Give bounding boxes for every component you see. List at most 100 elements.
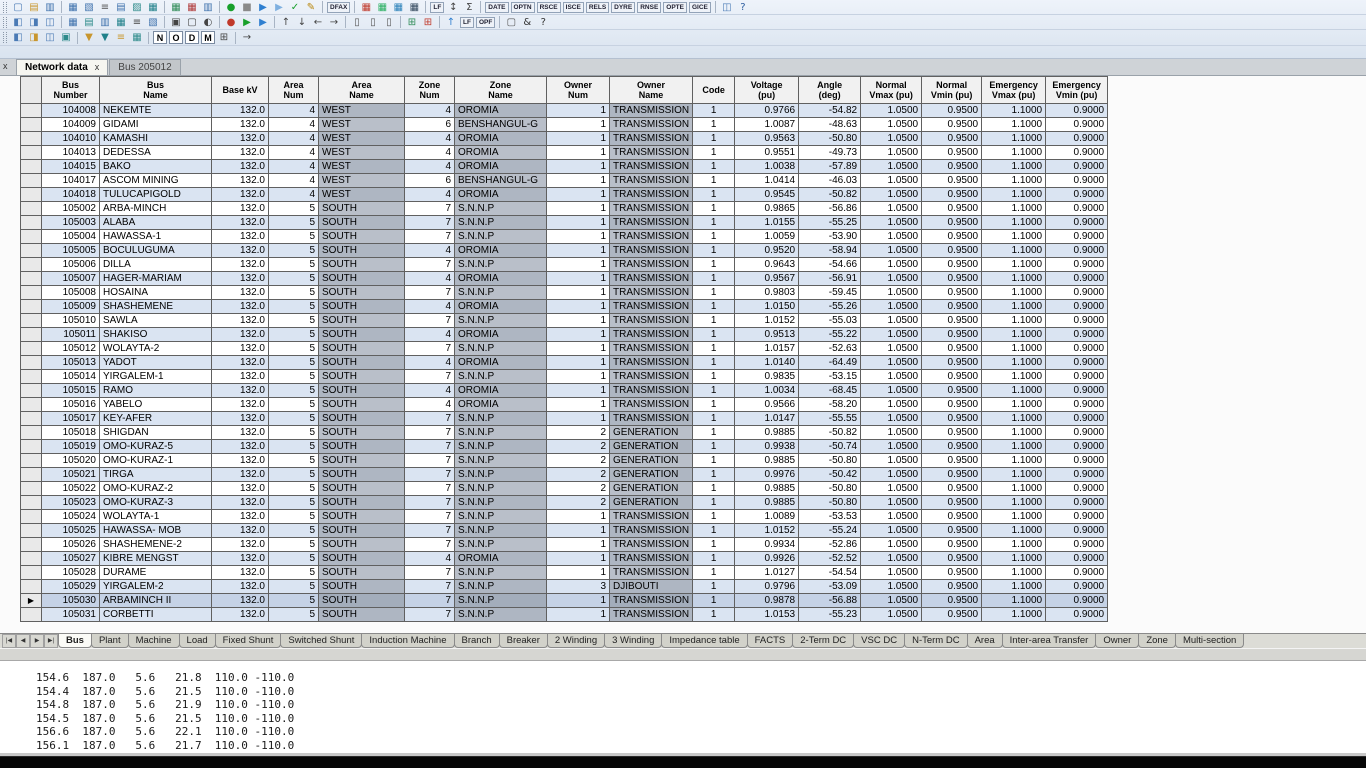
cell[interactable]: SOUTH bbox=[318, 369, 405, 384]
lf2-button[interactable]: LF bbox=[460, 16, 474, 28]
cell[interactable]: 1 bbox=[692, 551, 736, 566]
cell[interactable]: BOCULUGUMA bbox=[99, 243, 212, 258]
frame-a-icon[interactable]: ▯ bbox=[349, 16, 365, 29]
cell[interactable]: 1.0500 bbox=[860, 327, 923, 342]
cell[interactable]: 4 bbox=[404, 131, 455, 146]
play-icon[interactable]: ▶ bbox=[255, 16, 271, 29]
cell[interactable]: -55.24 bbox=[798, 523, 862, 538]
cell[interactable]: SOUTH bbox=[318, 355, 405, 370]
cell[interactable]: 5 bbox=[268, 593, 319, 608]
cell[interactable]: TULUCAPIGOLD bbox=[99, 187, 212, 202]
cell[interactable]: DILLA bbox=[99, 257, 212, 272]
cell[interactable]: 0.9885 bbox=[734, 425, 800, 440]
cell[interactable]: 105028 bbox=[41, 565, 100, 580]
cell[interactable]: 0.9796 bbox=[734, 579, 800, 594]
cell[interactable]: 1.1000 bbox=[981, 369, 1047, 384]
cell[interactable]: 1.0034 bbox=[734, 383, 800, 398]
halt-icon[interactable]: ■ bbox=[239, 1, 255, 14]
run-icon[interactable]: ▶ bbox=[255, 1, 271, 14]
cell[interactable]: -46.03 bbox=[798, 173, 862, 188]
date-button[interactable]: DATE bbox=[485, 1, 509, 13]
cell[interactable]: 7 bbox=[404, 453, 455, 468]
row-header[interactable] bbox=[20, 537, 42, 552]
cell[interactable]: 7 bbox=[404, 579, 455, 594]
tree-view-icon[interactable]: ≡ bbox=[97, 1, 113, 14]
column-header[interactable]: Emergency Vmax (pu) bbox=[981, 76, 1047, 104]
tab-close-icon[interactable]: x bbox=[95, 60, 100, 75]
cell[interactable]: 2 bbox=[546, 439, 610, 454]
cell[interactable]: OMO-KURAZ-2 bbox=[99, 481, 212, 496]
check-data-icon[interactable]: ✓ bbox=[287, 1, 303, 14]
cell[interactable]: 1 bbox=[546, 369, 610, 384]
row-header[interactable] bbox=[20, 145, 42, 160]
cell[interactable]: HOSAINA bbox=[99, 285, 212, 300]
cell[interactable]: 105025 bbox=[41, 523, 100, 538]
cell[interactable]: 0.9000 bbox=[1045, 243, 1109, 258]
row-header[interactable] bbox=[20, 243, 42, 258]
cell[interactable]: 5 bbox=[268, 215, 319, 230]
up-icon[interactable]: ↑ bbox=[278, 16, 294, 29]
row-header[interactable] bbox=[20, 397, 42, 412]
cell[interactable]: -55.25 bbox=[798, 215, 862, 230]
row-header[interactable] bbox=[20, 523, 42, 538]
cell[interactable]: BENSHANGUL-G bbox=[454, 117, 547, 132]
cell[interactable]: 105018 bbox=[41, 425, 100, 440]
cell[interactable]: -48.63 bbox=[798, 117, 862, 132]
cell[interactable]: 104018 bbox=[41, 187, 100, 202]
cell[interactable]: 0.9500 bbox=[921, 215, 983, 230]
cell[interactable]: OROMIA bbox=[454, 397, 547, 412]
row-header[interactable]: ▶ bbox=[20, 593, 42, 608]
cell[interactable]: 1 bbox=[692, 215, 736, 230]
cell[interactable]: S.N.N.P bbox=[454, 229, 547, 244]
cell[interactable]: 5 bbox=[268, 341, 319, 356]
cell[interactable]: 2 bbox=[546, 453, 610, 468]
cell[interactable]: 1 bbox=[692, 145, 736, 160]
cell[interactable]: 0.9500 bbox=[921, 369, 983, 384]
grid-options-icon[interactable]: ▥ bbox=[200, 1, 216, 14]
grid-corner[interactable] bbox=[20, 76, 42, 104]
cell[interactable]: 105019 bbox=[41, 439, 100, 454]
layers-icon[interactable]: ≡ bbox=[113, 31, 129, 44]
pin-pane-icon[interactable]: ◨ bbox=[26, 31, 42, 44]
cell[interactable]: 0.9000 bbox=[1045, 383, 1109, 398]
cell[interactable]: 0.9500 bbox=[921, 355, 983, 370]
cell[interactable]: 105024 bbox=[41, 509, 100, 524]
cell[interactable]: 0.9500 bbox=[921, 467, 983, 482]
cell[interactable]: TRANSMISSION bbox=[608, 173, 694, 188]
isce-button[interactable]: ISCE bbox=[562, 1, 584, 13]
cell[interactable]: 1 bbox=[692, 117, 736, 132]
float-pane-icon[interactable]: ◧ bbox=[10, 31, 26, 44]
goto-icon[interactable]: → bbox=[239, 31, 255, 44]
cell[interactable]: 1 bbox=[692, 537, 736, 552]
rels-button[interactable]: RELS bbox=[585, 1, 610, 13]
opf-mode-button[interactable]: O bbox=[169, 31, 183, 44]
cell[interactable]: 4 bbox=[404, 299, 455, 314]
cell[interactable]: 1 bbox=[546, 397, 610, 412]
cell[interactable]: 1 bbox=[546, 607, 610, 622]
cell[interactable]: 1.0500 bbox=[860, 579, 923, 594]
sheet-tab-3-winding[interactable]: 3 Winding bbox=[604, 634, 663, 648]
cell[interactable]: S.N.N.P bbox=[454, 481, 547, 496]
cell[interactable]: OROMIA bbox=[454, 145, 547, 160]
plot-view-icon[interactable]: ▨ bbox=[129, 1, 145, 14]
dock-left-icon[interactable]: ◧ bbox=[10, 16, 26, 29]
cell[interactable]: 1 bbox=[546, 159, 610, 174]
cell[interactable]: SOUTH bbox=[318, 229, 405, 244]
cell[interactable]: 1.1000 bbox=[981, 551, 1047, 566]
cell[interactable]: 1 bbox=[692, 285, 736, 300]
cell[interactable]: TRANSMISSION bbox=[608, 355, 694, 370]
cell[interactable]: 1 bbox=[546, 117, 610, 132]
filter-clear-icon[interactable]: ▼ bbox=[97, 31, 113, 44]
cell[interactable]: 0.9000 bbox=[1045, 103, 1109, 118]
cell[interactable]: YADOT bbox=[99, 355, 212, 370]
cell[interactable]: 1.0500 bbox=[860, 383, 923, 398]
dock-right-icon[interactable]: ◨ bbox=[26, 16, 42, 29]
row-header[interactable] bbox=[20, 173, 42, 188]
cell[interactable]: 1.0414 bbox=[734, 173, 800, 188]
forward-icon[interactable]: → bbox=[326, 16, 342, 29]
column-header[interactable]: Normal Vmin (pu) bbox=[921, 76, 983, 104]
sheet-tab-impedance-table[interactable]: Impedance table bbox=[661, 634, 748, 648]
cell[interactable]: 1 bbox=[546, 537, 610, 552]
cell[interactable]: TRANSMISSION bbox=[608, 341, 694, 356]
cell[interactable]: 1.1000 bbox=[981, 285, 1047, 300]
